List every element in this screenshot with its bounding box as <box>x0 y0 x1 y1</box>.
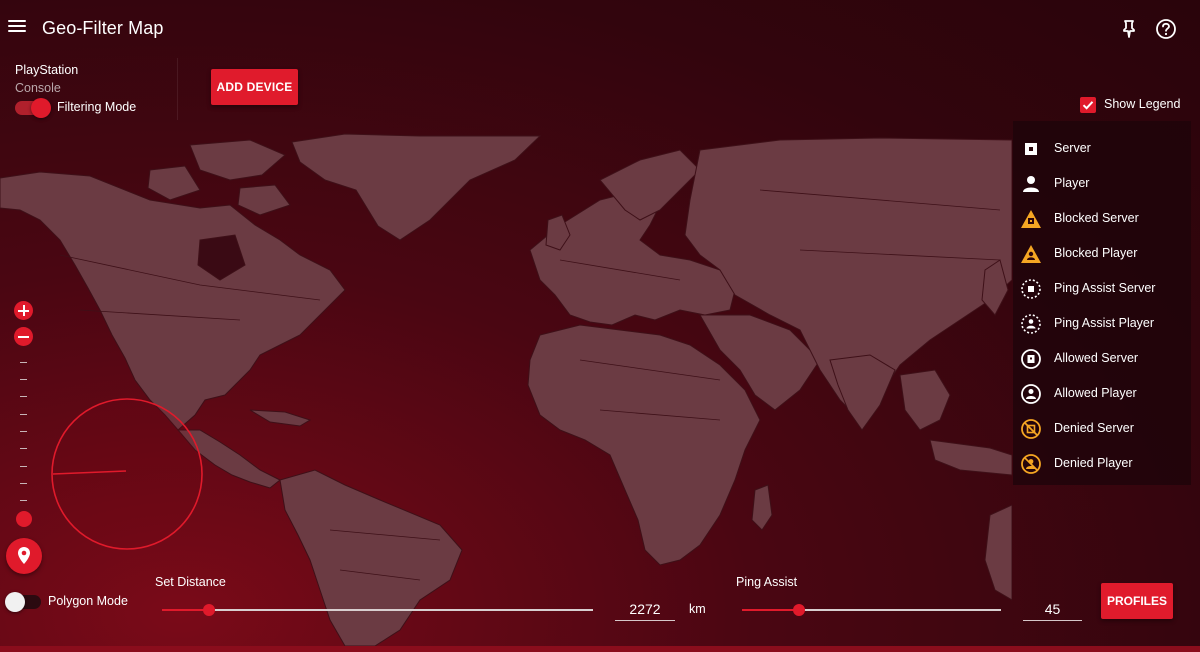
denied-player-icon <box>1021 454 1041 474</box>
legend-label: Player <box>1054 176 1090 190</box>
device-name: PlayStation <box>15 63 79 77</box>
geo-filter-app: Geo-Filter Map PlayStation Console Filte… <box>0 0 1200 646</box>
toggle-knob <box>5 592 25 612</box>
polygon-mode-label: Polygon Mode <box>48 594 128 608</box>
legend-label: Ping Assist Player <box>1054 316 1155 330</box>
map-southeast-asia <box>899 369 1012 476</box>
map-africa <box>527 324 761 566</box>
polygon-mode-toggle[interactable] <box>5 592 41 612</box>
zoom-slider-thumb[interactable] <box>16 511 32 527</box>
slider-thumb[interactable] <box>792 604 805 616</box>
allowed-server-icon <box>1021 349 1041 369</box>
add-device-button[interactable]: ADD DEVICE <box>211 69 298 105</box>
map-madagascar <box>751 484 773 531</box>
ping-assist-server-icon <box>1021 279 1041 299</box>
show-legend-checkbox[interactable] <box>1080 97 1096 113</box>
legend-label: Server <box>1054 141 1091 155</box>
map-australia <box>984 504 1012 601</box>
hamburger-menu-icon[interactable] <box>8 20 26 34</box>
slider-track <box>162 609 593 611</box>
blocked-server-icon <box>1021 210 1041 228</box>
toggle-knob <box>31 98 51 118</box>
page-title: Geo-Filter Map <box>42 18 164 38</box>
player-icon <box>1023 176 1039 192</box>
legend-item-player: Player <box>1013 166 1191 201</box>
help-circle-icon[interactable] <box>1155 18 1177 40</box>
legend-label: Allowed Player <box>1054 386 1137 400</box>
legend-label: Denied Server <box>1054 421 1134 435</box>
zoom-slider-track[interactable] <box>20 358 28 518</box>
legend-label: Blocked Player <box>1054 246 1138 260</box>
zoom-out-button[interactable] <box>14 327 33 346</box>
map-north-america <box>0 171 346 431</box>
legend-item-denied-player: Denied Player <box>1013 446 1191 481</box>
legend-item-blocked-server: Blocked Server <box>1013 201 1191 236</box>
checkmark-icon <box>1082 101 1094 110</box>
bottom-edge <box>0 646 1200 652</box>
legend-panel: Server Player Blocked Server Blocked Pla… <box>1013 121 1191 485</box>
top-bar: Geo-Filter Map <box>0 0 1200 56</box>
distance-slider[interactable] <box>162 604 593 616</box>
legend-item-ping-assist-player: Ping Assist Player <box>1013 306 1191 341</box>
server-icon <box>1025 143 1037 155</box>
show-legend-label: Show Legend <box>1104 97 1181 111</box>
allowed-player-icon <box>1021 384 1041 404</box>
slider-fill <box>162 609 210 611</box>
legend-label: Blocked Server <box>1054 211 1139 225</box>
world-map[interactable] <box>0 130 1012 646</box>
legend-label: Ping Assist Server <box>1054 281 1156 295</box>
profiles-button[interactable]: PROFILES <box>1101 583 1173 619</box>
location-pin-button[interactable] <box>6 538 42 574</box>
legend-label: Allowed Server <box>1054 351 1139 365</box>
map-south-america <box>279 469 463 646</box>
ping-assist-input[interactable] <box>1023 597 1082 621</box>
legend-item-ping-assist-server: Ping Assist Server <box>1013 271 1191 306</box>
legend-item-blocked-player: Blocked Player <box>1013 236 1191 271</box>
denied-server-icon <box>1021 419 1041 439</box>
distance-unit: km <box>689 602 706 616</box>
filtering-mode-toggle[interactable] <box>15 98 51 118</box>
ping-assist-label: Ping Assist <box>736 575 798 589</box>
divider <box>177 58 178 120</box>
legend-label: Denied Player <box>1054 456 1133 470</box>
legend-item-allowed-player: Allowed Player <box>1013 376 1191 411</box>
map-greenland <box>291 133 542 241</box>
distance-radius-circle[interactable] <box>50 397 204 551</box>
ping-assist-player-icon <box>1021 314 1041 334</box>
blocked-player-icon <box>1021 245 1041 263</box>
map-caribbean <box>249 409 312 427</box>
zoom-in-button[interactable] <box>14 301 33 320</box>
slider-fill <box>742 609 799 611</box>
set-distance-label: Set Distance <box>155 575 226 589</box>
location-pin-icon <box>18 547 30 564</box>
slider-thumb[interactable] <box>203 604 216 616</box>
pin-icon[interactable] <box>1119 18 1139 38</box>
legend-item-allowed-server: Allowed Server <box>1013 341 1191 376</box>
filtering-mode-label: Filtering Mode <box>57 100 137 114</box>
legend-item-denied-server: Denied Server <box>1013 411 1191 446</box>
device-type: Console <box>15 81 61 95</box>
ping-assist-slider[interactable] <box>742 604 1001 616</box>
legend-item-server: Server <box>1013 131 1191 166</box>
distance-input[interactable] <box>615 597 675 621</box>
